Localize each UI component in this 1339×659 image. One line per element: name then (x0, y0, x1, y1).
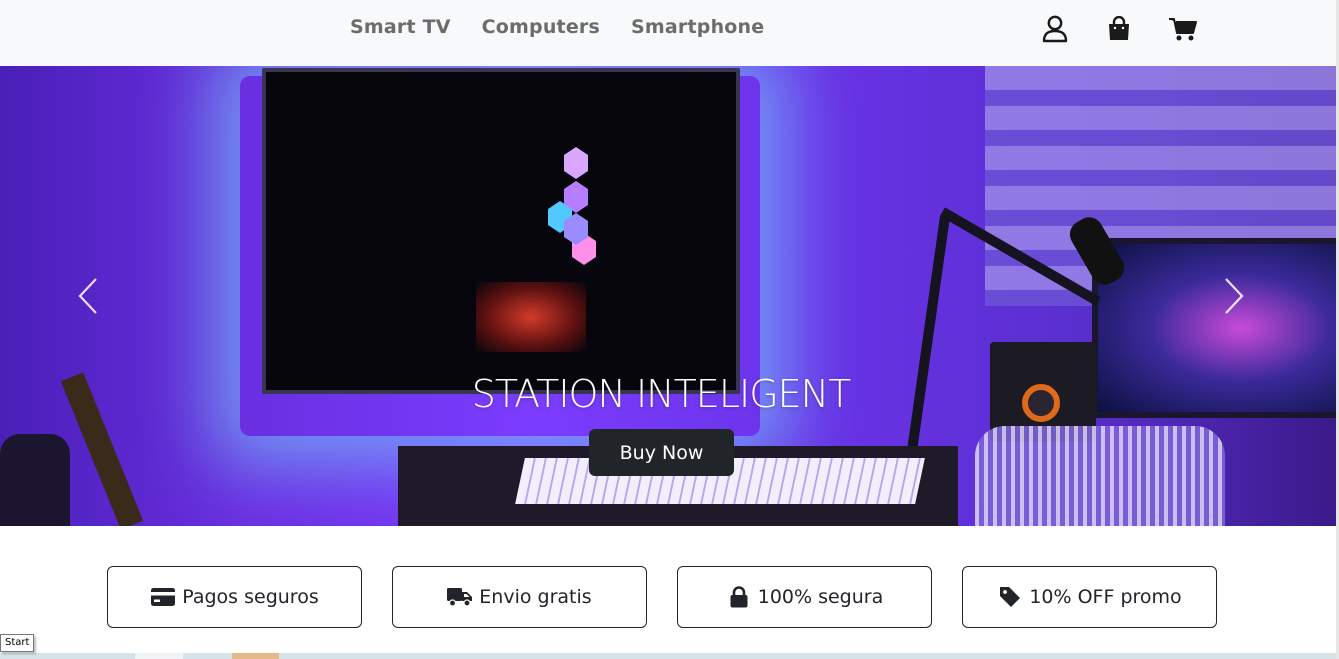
nav-link-computers[interactable]: Computers (482, 16, 600, 38)
bottom-strip (0, 653, 1339, 659)
buy-now-button[interactable]: Buy Now (589, 429, 734, 476)
feature-label: 100% segura (757, 586, 884, 608)
tv-screen-red-glow (476, 282, 586, 352)
nav-icons (1040, 14, 1198, 44)
start-tooltip: Start (0, 634, 35, 652)
bottom-strip-segment (135, 653, 183, 659)
hero-title: STATION INTELIGENT (471, 372, 852, 416)
hero-tv-image (262, 68, 740, 394)
bottom-strip-segment (232, 653, 279, 659)
navbar: Smart TV Computers Smartphone (0, 0, 1339, 66)
truck-icon (447, 586, 473, 608)
feature-label: 10% OFF promo (1029, 586, 1182, 608)
hero-carousel: STATION INTELIGENT Buy Now (0, 66, 1336, 526)
chair-image (975, 426, 1225, 526)
tv-light-panels (548, 147, 596, 265)
feature-free-shipping[interactable]: Envio gratis (392, 566, 647, 628)
nav-link-smart-tv[interactable]: Smart TV (350, 16, 451, 38)
lock-icon (726, 586, 752, 608)
nav-link-smartphone[interactable]: Smartphone (631, 16, 764, 38)
shopping-bag-icon[interactable] (1104, 14, 1134, 44)
mic-arm (905, 216, 950, 465)
main-nav: Smart TV Computers Smartphone (350, 16, 764, 38)
feature-secure-site[interactable]: 100% segura (677, 566, 932, 628)
features-row: Pagos seguros Envio gratis 100% segura 1… (107, 566, 1217, 628)
chevron-left-icon[interactable] (68, 276, 108, 316)
chevron-right-icon[interactable] (1214, 276, 1254, 316)
credit-card-icon (150, 586, 176, 608)
tag-icon (997, 586, 1023, 608)
feature-secure-payments[interactable]: Pagos seguros (107, 566, 362, 628)
cart-icon[interactable] (1168, 14, 1198, 44)
user-icon[interactable] (1040, 14, 1070, 44)
feature-promo[interactable]: 10% OFF promo (962, 566, 1217, 628)
feature-label: Envio gratis (479, 586, 592, 608)
left-chair-image (0, 434, 70, 526)
feature-label: Pagos seguros (182, 586, 319, 608)
